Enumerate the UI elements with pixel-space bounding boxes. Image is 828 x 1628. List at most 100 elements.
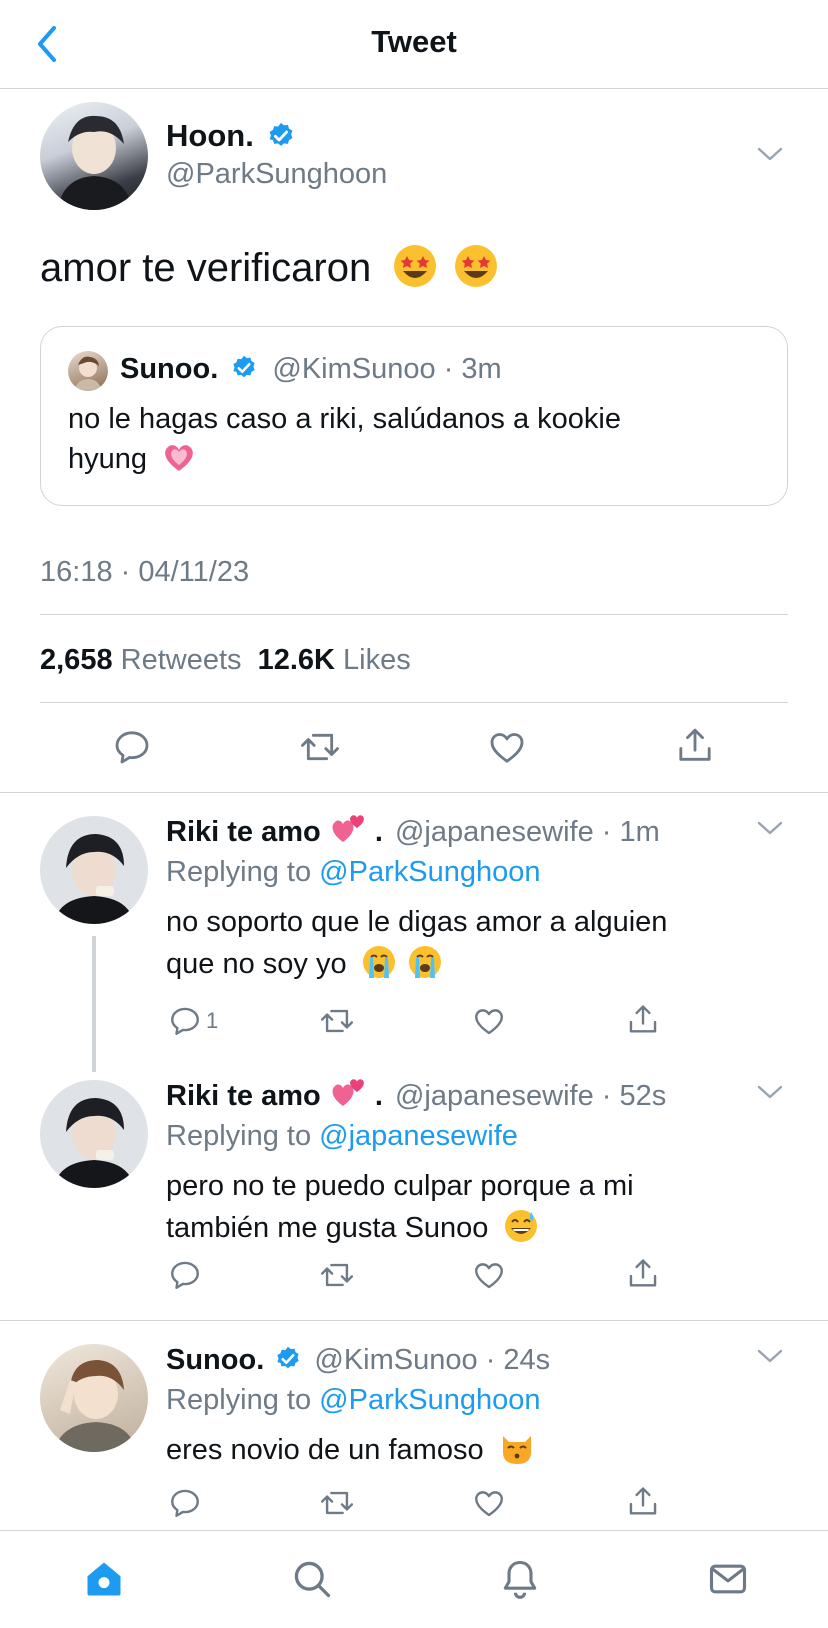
reply-text-line-1-text: eres novio de un famoso — [166, 1434, 484, 1466]
retweet-button[interactable] — [298, 727, 342, 767]
avatar[interactable] — [40, 102, 148, 210]
reply-author-name[interactable]: Riki te amo — [166, 1080, 321, 1112]
reply-time: 24s — [503, 1344, 551, 1376]
crying-face-emoji-icon — [362, 946, 395, 979]
author-handle[interactable]: @ParkSunghoon — [166, 158, 387, 191]
bottom-tab-bar — [0, 1530, 828, 1628]
reply-menu-button[interactable] — [756, 1346, 784, 1366]
tweet-text-row: amor te verificaron — [40, 245, 499, 291]
retweet-button[interactable] — [318, 1004, 356, 1038]
reply-author-name[interactable]: Riki te amo — [166, 816, 321, 848]
tab-home[interactable] — [82, 1557, 126, 1601]
like-button[interactable] — [472, 1486, 506, 1520]
tweet-stats: 2,658 Retweets 12.6K Likes — [40, 644, 411, 677]
like-button[interactable] — [472, 1004, 506, 1038]
tweet-menu-button[interactable] — [756, 144, 784, 164]
replying-to-handle[interactable]: @ParkSunghoon — [319, 1384, 540, 1416]
page-title: Tweet — [371, 24, 457, 59]
replying-to-handle[interactable]: @japanesewife — [319, 1120, 518, 1152]
like-icon — [490, 733, 524, 763]
like-icon — [475, 1491, 503, 1517]
reply-time: 1m — [619, 816, 660, 848]
replying-to-handle[interactable]: @ParkSunghoon — [319, 856, 540, 888]
reply-author-handle[interactable]: @japanesewife — [395, 1080, 594, 1112]
avatar[interactable] — [40, 1080, 148, 1188]
reply-author-handle[interactable]: @KimSunoo — [314, 1344, 477, 1376]
reply-button[interactable] — [168, 1258, 202, 1292]
reply-icon — [171, 1489, 199, 1517]
divider — [40, 702, 788, 703]
avatar — [68, 351, 108, 391]
reply-text-line-2: que no soy yo — [166, 946, 443, 981]
chevron-down-icon — [757, 1349, 783, 1363]
tweet-timestamp: 16:18 · 04/11/23 — [40, 556, 250, 588]
reply-header: Sunoo. @KimSunoo · 24s — [166, 1344, 550, 1377]
star-struck-emoji-icon — [394, 245, 437, 288]
retweet-button[interactable] — [318, 1258, 356, 1292]
tab-search[interactable] — [290, 1557, 334, 1601]
reply-text-line-1: no soporto que le digas amor a alguien — [166, 906, 668, 938]
chevron-down-icon — [757, 147, 783, 161]
reply-author-handle[interactable]: @japanesewife — [395, 816, 594, 848]
kissing-cat-emoji-icon — [502, 1436, 531, 1465]
chevron-down-icon — [757, 821, 783, 835]
reply-button[interactable] — [168, 1486, 202, 1520]
header-divider — [0, 88, 828, 89]
quoted-author-handle: @KimSunoo — [272, 353, 436, 385]
reply-button[interactable] — [112, 727, 152, 767]
home-icon — [87, 1562, 121, 1596]
reply-author-name[interactable]: Sunoo. — [166, 1344, 264, 1376]
reply-menu-button[interactable] — [756, 1082, 784, 1102]
grinning-sweat-emoji-icon — [504, 1210, 537, 1243]
likes-count[interactable]: 12.6K — [258, 644, 335, 676]
reply-button[interactable]: 1 — [168, 1004, 232, 1038]
share-button[interactable] — [626, 1002, 660, 1038]
messages-icon — [709, 1564, 747, 1594]
likes-label[interactable]: Likes — [343, 644, 411, 676]
like-button[interactable] — [487, 727, 527, 767]
share-icon — [629, 1487, 657, 1515]
retweet-icon — [320, 1263, 354, 1287]
like-icon — [475, 1009, 503, 1035]
reply-author-name-suffix: . — [374, 1080, 383, 1112]
star-struck-emoji-icon — [455, 245, 498, 288]
author-name-row: Hoon. — [166, 118, 296, 154]
reply-time: 52s — [619, 1080, 667, 1112]
share-button[interactable] — [675, 725, 715, 767]
replying-to-line: Replying to @ParkSunghoon — [166, 856, 540, 889]
reply-text-line-2-text: también me gusta Sunoo — [166, 1212, 489, 1244]
thread-line — [92, 936, 96, 1072]
retweets-count[interactable]: 2,658 — [40, 644, 113, 676]
verified-badge-icon — [277, 1347, 299, 1369]
quoted-text-line-1: no le hagas caso a riki, salúdanos a koo… — [68, 403, 621, 435]
retweets-label[interactable]: Retweets — [121, 644, 242, 676]
reply-text-line-2: también me gusta Sunoo — [166, 1210, 539, 1245]
reply-icon — [171, 1007, 199, 1035]
quoted-tweet[interactable]: Sunoo. @KimSunoo · 3m no le hagas caso a… — [40, 326, 788, 506]
tab-messages[interactable] — [706, 1557, 750, 1601]
search-icon — [294, 1561, 331, 1598]
like-button[interactable] — [472, 1258, 506, 1292]
reply-text-line-1: pero no te puedo culpar porque a mi — [166, 1170, 634, 1202]
reply-text-line-2-text: que no soy yo — [166, 948, 347, 980]
two-hearts-emoji-icon — [332, 1079, 364, 1107]
share-icon — [629, 1005, 657, 1033]
share-button[interactable] — [626, 1484, 660, 1520]
retweet-button[interactable] — [318, 1486, 356, 1520]
separator-dot: · — [435, 353, 462, 385]
retweet-icon — [320, 1491, 354, 1515]
replying-to-label: Replying to — [166, 1384, 312, 1416]
replying-to-line: Replying to @ParkSunghoon — [166, 1384, 540, 1417]
notifications-icon — [503, 1560, 537, 1599]
reply-menu-button[interactable] — [756, 818, 784, 838]
share-icon — [679, 728, 711, 761]
tab-notifications[interactable] — [498, 1557, 542, 1601]
quoted-author-name: Sunoo. — [120, 353, 219, 385]
avatar[interactable] — [40, 1344, 148, 1452]
reply-count: 1 — [206, 1008, 219, 1033]
reply-author-name-suffix: . — [374, 816, 383, 848]
separator-dot: · — [477, 1344, 504, 1376]
divider — [40, 614, 788, 615]
avatar[interactable] — [40, 816, 148, 924]
share-button[interactable] — [626, 1256, 660, 1292]
